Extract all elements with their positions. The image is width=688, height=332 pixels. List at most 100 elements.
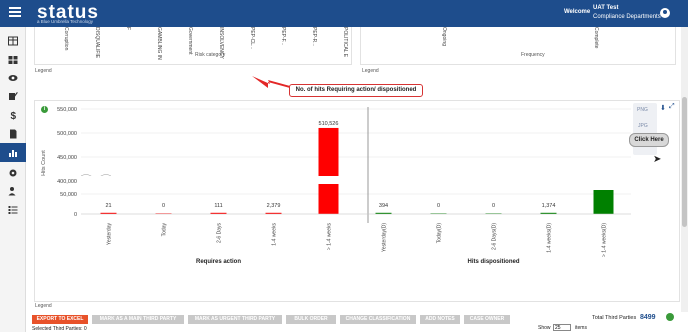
x-tick-label: Yesterday(D) bbox=[382, 223, 388, 252]
risk-category-label: POLITICAL E bbox=[342, 27, 348, 58]
frequency-title: Frequency bbox=[521, 52, 545, 58]
change-classification-button[interactable]: CHANGE CLASSIFICATION bbox=[340, 315, 416, 324]
sidebar-item-edit-icon[interactable] bbox=[0, 86, 26, 105]
risk-category-label: PEP-CL... bbox=[249, 27, 255, 50]
risk-category-label: PEP-F... bbox=[280, 27, 286, 46]
bulk-order-button[interactable]: BULK ORDER bbox=[286, 315, 336, 324]
mark-urgent-third-party-button[interactable]: MARK AS URGENT THIRD PARTY bbox=[188, 315, 282, 324]
selected-third-parties: Selected Third Parties: 0 bbox=[32, 326, 87, 332]
group-title: Requires action bbox=[196, 259, 241, 265]
sidebar-item-settings-icon[interactable] bbox=[0, 163, 26, 182]
bar-data-label: 2,379 bbox=[267, 203, 281, 209]
x-tick-label: Today(D) bbox=[437, 223, 443, 244]
dollar-icon: $ bbox=[11, 111, 17, 120]
user-name: UAT Test bbox=[593, 5, 619, 11]
hits-chart-panel: Hits Count 550,000 500,000 450,000 400,000 50… bbox=[34, 100, 680, 302]
bar-chart-icon bbox=[9, 149, 17, 157]
bar-data-label: 0 bbox=[437, 203, 440, 209]
sidebar-item-list-icon[interactable] bbox=[0, 200, 26, 219]
export-to-excel-button[interactable]: EXPORT TO EXCEL bbox=[32, 315, 88, 324]
risk-category-label: PEP-R... bbox=[311, 27, 317, 47]
page-size-value: 25 bbox=[555, 325, 561, 331]
hamburger-menu-icon[interactable] bbox=[9, 7, 21, 17]
user-department: Compliance Departments bbox=[593, 14, 661, 20]
page-scrollbar[interactable] bbox=[681, 27, 688, 312]
x-tick-label: Today bbox=[162, 223, 168, 237]
sidebar-item-eye-icon[interactable] bbox=[0, 68, 26, 87]
risk-category-title: Risk category bbox=[195, 52, 226, 58]
legend-left: Legend bbox=[35, 68, 52, 74]
bar bbox=[318, 184, 339, 214]
y-tick-label: 50,000 bbox=[60, 192, 77, 198]
sidebar-item-chart-icon[interactable] bbox=[0, 143, 26, 162]
sidebar-item-document-icon[interactable] bbox=[0, 124, 26, 143]
info-icon[interactable]: i bbox=[41, 106, 48, 113]
x-tick-label: > 1-4 weeks(D) bbox=[602, 223, 608, 257]
logo-tagline: a Blue Umbrella Technology bbox=[37, 19, 93, 24]
x-tick-label: > 1-4 weeks bbox=[327, 223, 333, 251]
export-menu: PNG JPG bbox=[633, 103, 657, 155]
case-owner-button[interactable]: CASE OWNER bbox=[464, 315, 510, 324]
click-here-label: Click Here bbox=[634, 137, 664, 143]
document-icon bbox=[10, 129, 17, 138]
expand-icon[interactable]: ⤢ bbox=[669, 103, 675, 111]
risk-category-label: F bbox=[125, 27, 131, 31]
legend-bottom: Legend bbox=[35, 303, 52, 309]
eye-icon bbox=[8, 74, 18, 81]
x-tick-label: Yesterday bbox=[107, 223, 113, 246]
bar-data-label: 1,374 bbox=[542, 203, 556, 209]
x-tick-label: 1-4 weeks bbox=[272, 223, 278, 246]
x-tick-label: 1-4 weeks(D) bbox=[547, 223, 553, 253]
sidebar: $ bbox=[0, 27, 26, 332]
callout-label: No. of hits Requiring action/ dispositio… bbox=[289, 84, 423, 97]
risk-category-panel: Corruption DISQUALIFIE F GAMBLING IN Govern… bbox=[34, 27, 352, 65]
page-size-select[interactable]: 25 bbox=[553, 324, 571, 331]
add-notes-button[interactable]: ADD NOTES bbox=[420, 315, 460, 324]
items-label: items bbox=[575, 325, 587, 331]
frequency-panel: Ongoing Complete Frequency bbox=[360, 27, 676, 65]
risk-category-label: GAMBLING IN bbox=[156, 27, 162, 60]
y-tick-label: 550,000 bbox=[57, 107, 77, 113]
x-tick-label: 2-6 Days(D) bbox=[492, 223, 498, 250]
table-icon bbox=[8, 36, 18, 45]
scrollbar-thumb[interactable] bbox=[682, 97, 687, 227]
sidebar-item-table-icon[interactable] bbox=[0, 31, 26, 50]
edit-icon bbox=[9, 91, 18, 100]
gear-icon bbox=[9, 169, 17, 176]
sidebar-item-grid-icon[interactable] bbox=[0, 50, 26, 69]
risk-category-label: Government bbox=[187, 27, 193, 55]
hits-bar-chart: Hits Count 550,000 500,000 450,000 400,000 50… bbox=[41, 107, 631, 265]
svg-text:$: $ bbox=[11, 111, 17, 120]
bar bbox=[593, 190, 614, 214]
welcome-label: Welcome bbox=[564, 9, 591, 15]
grid-icon bbox=[8, 55, 18, 64]
bar-data-label: 21 bbox=[105, 203, 111, 209]
mark-main-third-party-button[interactable]: MARK AS A MAIN THIRD PARTY bbox=[92, 315, 184, 324]
sidebar-item-user-edit-icon[interactable] bbox=[0, 181, 26, 200]
user-avatar-icon[interactable] bbox=[660, 8, 670, 18]
group-title: Hits dispositioned bbox=[467, 259, 519, 265]
bar-data-label: 0 bbox=[492, 203, 495, 209]
frequency-label: Complete bbox=[593, 27, 599, 49]
axis-break-band bbox=[81, 176, 631, 185]
export-jpg-option[interactable]: JPG bbox=[638, 123, 648, 129]
risk-category-label: DISQUALIFIE bbox=[94, 27, 100, 59]
click-here-tooltip: Click Here bbox=[629, 133, 669, 147]
y-tick-label: 450,000 bbox=[57, 155, 77, 161]
cursor-icon: ➤ bbox=[653, 154, 662, 165]
bar-data-label: 111 bbox=[214, 203, 222, 209]
total-third-parties-label: Total Third Parties bbox=[592, 315, 637, 321]
bar-data-label: 510,526 bbox=[319, 121, 339, 127]
download-icon[interactable]: ⬇ bbox=[660, 104, 666, 112]
legend-right: Legend bbox=[362, 68, 379, 74]
bar-data-label: 394 bbox=[379, 203, 388, 209]
list-icon bbox=[8, 205, 18, 214]
y-axis-title: Hits Count bbox=[41, 150, 47, 176]
sidebar-item-dollar-icon[interactable]: $ bbox=[0, 105, 26, 124]
export-png-option[interactable]: PNG bbox=[637, 107, 648, 113]
risk-category-label: Corruption bbox=[63, 27, 69, 51]
show-label: Show bbox=[538, 325, 551, 331]
y-tick-label: 500,000 bbox=[57, 131, 77, 137]
settings-gear-icon[interactable] bbox=[666, 313, 674, 321]
bar bbox=[318, 127, 339, 176]
